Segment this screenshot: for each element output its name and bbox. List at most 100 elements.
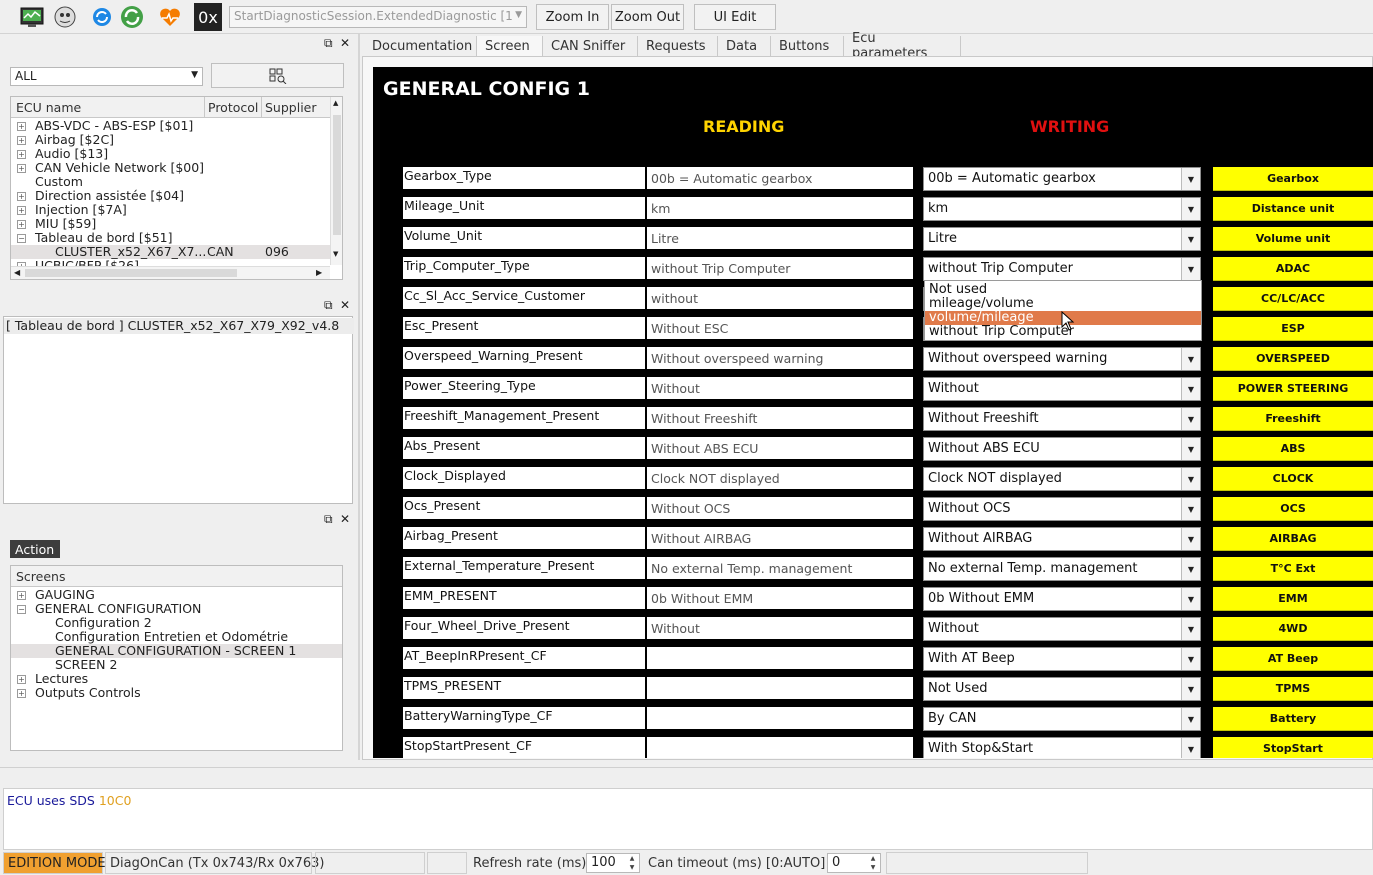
session-combo[interactable]: StartDiagnosticSession.ExtendedDiagnosti… [229,6,527,28]
screen-item-selected[interactable]: GENERAL CONFIGURATION - SCREEN 1 [11,644,342,658]
screen-item[interactable]: + GAUGING [11,588,342,602]
writing-select[interactable]: Not Used ▼ [923,677,1201,701]
screen-item[interactable]: + Outputs Controls [11,686,342,700]
ecu-item[interactable]: + CAN Vehicle Network [$00] [11,161,331,175]
ui-edit-button[interactable]: UI Edit [694,4,776,30]
col-protocol[interactable]: Protocol [208,100,258,115]
write-button[interactable]: Gearbox [1213,167,1373,191]
scroll-up-icon[interactable]: ▲ [333,99,338,107]
write-button[interactable]: CLOCK [1213,467,1373,491]
write-button[interactable]: StopStart [1213,737,1373,758]
writing-select[interactable]: Without AIRBAG ▼ [923,527,1201,551]
tab-requests[interactable]: Requests [638,36,718,56]
writing-select[interactable]: No external Temp. management ▼ [923,557,1201,581]
expand-icon[interactable]: + [17,689,26,698]
writing-select[interactable]: By CAN ▼ [923,707,1201,731]
zoom-out-button[interactable]: Zoom Out [611,4,684,30]
writing-select[interactable]: With AT Beep ▼ [923,647,1201,671]
tab-screen[interactable]: Screen [477,36,543,56]
spin-arrows-icon[interactable]: ▲ ▼ [625,854,639,872]
write-button[interactable]: Volume unit [1213,227,1373,251]
dropdown-option[interactable]: mileage/volume [925,297,1201,311]
write-button[interactable]: ESP [1213,317,1373,341]
float-icon[interactable]: ⧉ [324,298,333,313]
writing-select-open[interactable]: without Trip Computer ▼ [923,257,1201,281]
write-button[interactable]: TPMS [1213,677,1373,701]
expand-icon[interactable]: + [17,591,26,600]
vertical-scrollbar[interactable]: ▲ ▼ [330,97,342,265]
ecu-item[interactable]: + Direction assistée [$04] [11,189,331,203]
write-button[interactable]: AIRBAG [1213,527,1373,551]
writing-select[interactable]: Without Freeshift ▼ [923,407,1201,431]
scroll-left-icon[interactable]: ◀ [14,268,20,277]
can-timeout-spinbox[interactable]: 0 ▲ ▼ [827,853,881,873]
writing-select[interactable]: With Stop&Start ▼ [923,737,1201,758]
float-icon[interactable]: ⧉ [324,512,333,527]
scrollbar-thumb[interactable] [333,115,341,235]
hex-icon[interactable]: 0x [194,3,222,31]
horizontal-scrollbar[interactable]: ◀ ▶ [11,266,330,279]
writing-select[interactable]: Without ▼ [923,377,1201,401]
writing-select[interactable]: km ▼ [923,197,1201,221]
write-button[interactable]: Distance unit [1213,197,1373,221]
write-button[interactable]: EMM [1213,587,1373,611]
write-button[interactable]: OVERSPEED [1213,347,1373,371]
expand-icon[interactable]: + [17,675,26,684]
writing-select[interactable]: 00b = Automatic gearbox ▼ [923,167,1201,191]
ecu-item[interactable]: + Injection [$7A] [11,203,331,217]
expand-icon[interactable]: + [17,122,26,131]
scan-button[interactable] [211,63,344,88]
write-button[interactable]: AT Beep [1213,647,1373,671]
expand-icon[interactable]: + [17,150,26,159]
tab-ecu-parameters[interactable]: Ecu parameters [844,31,961,61]
float-icon[interactable]: ⧉ [324,36,333,51]
tab-can-sniffer[interactable]: CAN Sniffer [543,36,638,56]
screens-header-label[interactable]: Screens [16,569,66,584]
action-button[interactable]: Action [10,540,60,558]
ecu-item[interactable]: − Tableau de bord [$51] [11,231,331,245]
screen-item[interactable]: − GENERAL CONFIGURATION [11,602,342,616]
spin-arrows-icon[interactable]: ▲ ▼ [866,854,880,872]
sync-icon[interactable] [118,3,146,31]
monitor-icon[interactable] [18,3,46,31]
write-button[interactable]: CC/LC/ACC [1213,287,1373,311]
ecu-item[interactable]: + MIU [$59] [11,217,331,231]
writing-select[interactable]: 0b Without EMM ▼ [923,587,1201,611]
screen-item[interactable]: Configuration 2 [11,616,342,630]
writing-select[interactable]: Clock NOT displayed ▼ [923,467,1201,491]
expand-icon[interactable]: + [17,164,26,173]
col-ecu-name[interactable]: ECU name [16,100,81,115]
tab-documentation[interactable]: Documentation [364,36,477,56]
tab-data[interactable]: Data [718,36,771,56]
close-icon[interactable]: ✕ [340,512,350,526]
writing-select[interactable]: Without overspeed warning ▼ [923,347,1201,371]
ecu-item[interactable]: + ABS-VDC - ABS-ESP [$01] [11,119,331,133]
write-button[interactable]: T°C Ext [1213,557,1373,581]
scroll-down-icon[interactable]: ▼ [333,250,338,258]
collapse-icon[interactable]: − [17,234,26,243]
writing-select[interactable]: Without ABS ECU ▼ [923,437,1201,461]
col-supplier[interactable]: Supplier [265,100,317,115]
write-button[interactable]: ABS [1213,437,1373,461]
refresh-rate-spinbox[interactable]: 100 ▲ ▼ [586,853,640,873]
screen-item[interactable]: + Lectures [11,672,342,686]
write-button[interactable]: ADAC [1213,257,1373,281]
screen-item[interactable]: SCREEN 2 [11,658,342,672]
expand-icon[interactable]: + [17,192,26,201]
ecu-item[interactable]: + Audio [$13] [11,147,331,161]
refresh-icon[interactable] [88,3,116,31]
expand-icon[interactable]: + [17,220,26,229]
write-button[interactable]: OCS [1213,497,1373,521]
scroll-right-icon[interactable]: ▶ [316,268,322,277]
collapse-icon[interactable]: − [17,605,26,614]
close-icon[interactable]: ✕ [340,36,350,50]
expand-icon[interactable]: + [17,206,26,215]
ecu-item-selected[interactable]: CLUSTER_x52_X67_X7... CAN 096 [11,245,331,259]
write-button[interactable]: 4WD [1213,617,1373,641]
writing-select[interactable]: Without OCS ▼ [923,497,1201,521]
screen-item[interactable]: Configuration Entretien et Odométrie [11,630,342,644]
zoom-in-button[interactable]: Zoom In [536,4,609,30]
heart-monitor-icon[interactable] [156,3,184,31]
expand-icon[interactable]: + [17,136,26,145]
close-icon[interactable]: ✕ [340,298,350,312]
